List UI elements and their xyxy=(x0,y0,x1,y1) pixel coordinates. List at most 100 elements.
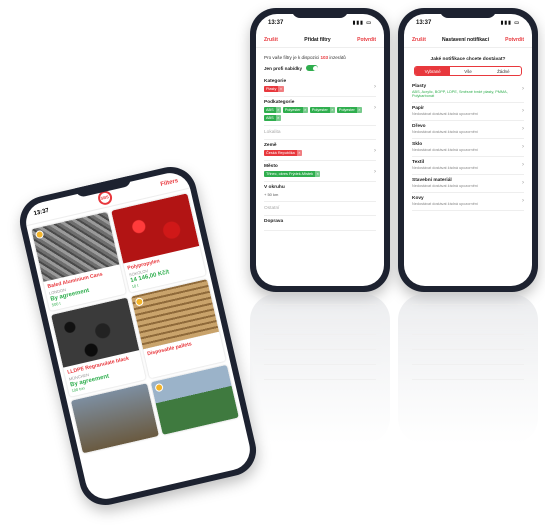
listing-card[interactable]: Polypropylen SOKOLOV 14 146,00 Kč/t 10 t xyxy=(111,193,207,293)
subcategory-tag[interactable]: ABS × xyxy=(264,115,281,121)
subcategory-label: Podkategorie xyxy=(264,100,295,105)
listing-card[interactable]: Disposable pallets xyxy=(130,279,226,379)
remove-tag-icon[interactable]: × xyxy=(302,107,308,113)
listing-card[interactable] xyxy=(150,364,239,435)
pro-badge-icon xyxy=(134,297,145,307)
remove-tag-icon[interactable]: × xyxy=(275,115,281,121)
transport-label: Doprava xyxy=(264,219,284,224)
profile-offers-row: Jen profi nabídky xyxy=(264,65,376,71)
listing-image xyxy=(150,364,239,435)
chevron-right-icon: › xyxy=(522,180,524,186)
chevron-right-icon: › xyxy=(522,162,524,168)
distance-value: + 50 km xyxy=(264,192,279,197)
notification-item-papir[interactable]: Papír Nedostávat dostávat žádná upozorně… xyxy=(412,103,524,121)
confirm-button[interactable]: Potvrdit xyxy=(505,37,524,43)
phone-reflection xyxy=(250,294,390,444)
remove-tag-icon[interactable]: × xyxy=(278,86,284,92)
marketing-composite: 13:37 ▮▮▮ ▭ Zrušit Přidat filtry Potvrdi… xyxy=(0,0,545,531)
subcategory-tag[interactable]: Polyester × xyxy=(309,107,335,113)
chevron-right-icon: › xyxy=(522,126,524,132)
listing-card[interactable]: LLDPE Regranulate black MÜNCHEN By agree… xyxy=(51,297,146,397)
subcategory-tag[interactable]: ABS × xyxy=(264,107,281,113)
segment-all[interactable]: Vše xyxy=(450,67,485,75)
notification-item-textil[interactable]: Textil Nedostávat dostávat žádná upozorn… xyxy=(412,157,524,175)
notifications-body: Jaké notifikace chcete dostávat? Vybrané… xyxy=(404,48,532,215)
segment-selected[interactable]: Vybrané xyxy=(415,67,451,75)
hint-suffix: inzerátů xyxy=(329,55,346,60)
transport-section[interactable]: Doprava xyxy=(264,216,376,231)
results-hint: Pro vaše filtry je k dispozici 103 inzer… xyxy=(264,55,376,60)
notifications-screen: 13:37 ▮▮▮ ▭ Zrušit Nastavení notifikací … xyxy=(404,14,532,286)
page-title: Nastavení notifikací xyxy=(442,36,489,43)
notification-item-kovy[interactable]: Kovy Nedostávat dostávat žádná upozorněn… xyxy=(412,193,524,211)
filters-body: Pro vaše filtry je k dispozici 103 inzer… xyxy=(256,48,384,235)
phone-listing: 13:37 SBS Filters Baled Aluminium Cans L… xyxy=(14,161,262,511)
hint-prefix: Pro vaše filtry je k dispozici xyxy=(264,55,320,60)
city-section[interactable]: Město Třinec, okres Frýdek-Místek × › xyxy=(264,161,376,182)
chevron-right-icon: › xyxy=(374,148,376,154)
chevron-right-icon: › xyxy=(522,144,524,150)
listing-image xyxy=(70,383,159,454)
phone-notifications: 13:37 ▮▮▮ ▭ Zrušit Nastavení notifikací … xyxy=(398,8,538,292)
confirm-button[interactable]: Potvrdit xyxy=(357,37,376,43)
listing-card[interactable]: Baled Aluminium Cans LONDON By agreement… xyxy=(31,211,127,312)
listing-grid: Baled Aluminium Cans LONDON By agreement… xyxy=(26,188,243,458)
notification-item-stavebni[interactable]: Stavební materiál Nedostávat dostávat žá… xyxy=(412,175,524,193)
page-title: Přidat filtry xyxy=(304,36,331,43)
subcategory-tag[interactable]: Polyester × xyxy=(336,107,362,113)
subcategory-section[interactable]: Podkategorie ABS × Polyester × Polyester × … xyxy=(264,97,376,126)
remove-tag-icon[interactable]: × xyxy=(356,107,362,113)
segment-none[interactable]: Žádné xyxy=(486,67,521,75)
category-tag[interactable]: Plasty × xyxy=(264,86,284,92)
profile-offers-label: Jen profi nabídky xyxy=(264,65,303,71)
location-heading: Lokalita xyxy=(264,126,376,140)
phone-filters: 13:37 ▮▮▮ ▭ Zrušit Přidat filtry Potvrdi… xyxy=(250,8,390,292)
city-label: Město xyxy=(264,164,278,169)
hint-count: 103 xyxy=(320,55,329,60)
category-label: Kategorie xyxy=(264,79,287,84)
chevron-right-icon: › xyxy=(374,84,376,90)
signal-battery-icon: ▮▮▮ ▭ xyxy=(352,20,372,26)
notifications-question: Jaké notifikace chcete dostávat? xyxy=(430,57,506,62)
notification-item-drevo[interactable]: Dřevo Nedostávat dostávat žádná upozorně… xyxy=(412,121,524,139)
signal-battery-icon: ▮▮▮ ▭ xyxy=(500,20,520,26)
city-tag[interactable]: Třinec, okres Frýdek-Místek × xyxy=(264,171,321,177)
profile-offers-toggle[interactable] xyxy=(306,65,319,71)
pro-badge-icon xyxy=(34,229,45,240)
cancel-button[interactable]: Zrušit xyxy=(264,37,278,43)
listing-card[interactable] xyxy=(70,383,159,454)
phone-notch xyxy=(440,8,496,18)
notification-item-plasty[interactable]: Plasty ABS, Acrylic, BOPP, LDPE, Směsné … xyxy=(412,81,524,103)
listing-screen: 13:37 SBS Filters Baled Aluminium Cans L… xyxy=(21,168,255,504)
status-time: 13:37 xyxy=(33,207,50,217)
chevron-right-icon: › xyxy=(374,169,376,175)
category-section[interactable]: Kategorie Plasty × › xyxy=(264,76,376,97)
filters-navbar: Zrušit Přidat filtry Potvrdit xyxy=(256,32,384,48)
subcategory-tag[interactable]: Polyester × xyxy=(282,107,308,113)
other-heading: Ostatní xyxy=(264,202,376,216)
remove-tag-icon[interactable]: × xyxy=(315,171,321,177)
notifications-navbar: Zrušit Nastavení notifikací Potvrdit xyxy=(404,32,532,48)
remove-tag-icon[interactable]: × xyxy=(275,107,281,113)
distance-section[interactable]: V okruhu + 50 km xyxy=(264,182,376,202)
country-section[interactable]: Země Česká Republika × › xyxy=(264,140,376,161)
remove-tag-icon[interactable]: × xyxy=(296,150,302,156)
distance-label: V okruhu xyxy=(264,185,285,190)
status-time: 13:37 xyxy=(268,20,284,26)
chevron-right-icon: › xyxy=(374,105,376,111)
remove-tag-icon[interactable]: × xyxy=(329,107,335,113)
notification-mode-segmented: Vybrané Vše Žádné xyxy=(414,66,522,76)
country-tag[interactable]: Česká Republika × xyxy=(264,150,302,156)
country-label: Země xyxy=(264,143,277,148)
notification-item-sklo[interactable]: Sklo Nedostávat dostávat žádná upozorněn… xyxy=(412,139,524,157)
status-time: 13:37 xyxy=(416,20,432,26)
filters-screen: 13:37 ▮▮▮ ▭ Zrušit Přidat filtry Potvrdi… xyxy=(256,14,384,286)
chevron-right-icon: › xyxy=(522,86,524,92)
chevron-right-icon: › xyxy=(522,198,524,204)
pro-badge-icon xyxy=(154,382,164,393)
cancel-button[interactable]: Zrušit xyxy=(412,37,426,43)
chevron-right-icon: › xyxy=(522,108,524,114)
phone-reflection xyxy=(398,294,538,444)
filters-button[interactable]: Filters xyxy=(160,178,179,188)
phone-notch xyxy=(292,8,348,18)
